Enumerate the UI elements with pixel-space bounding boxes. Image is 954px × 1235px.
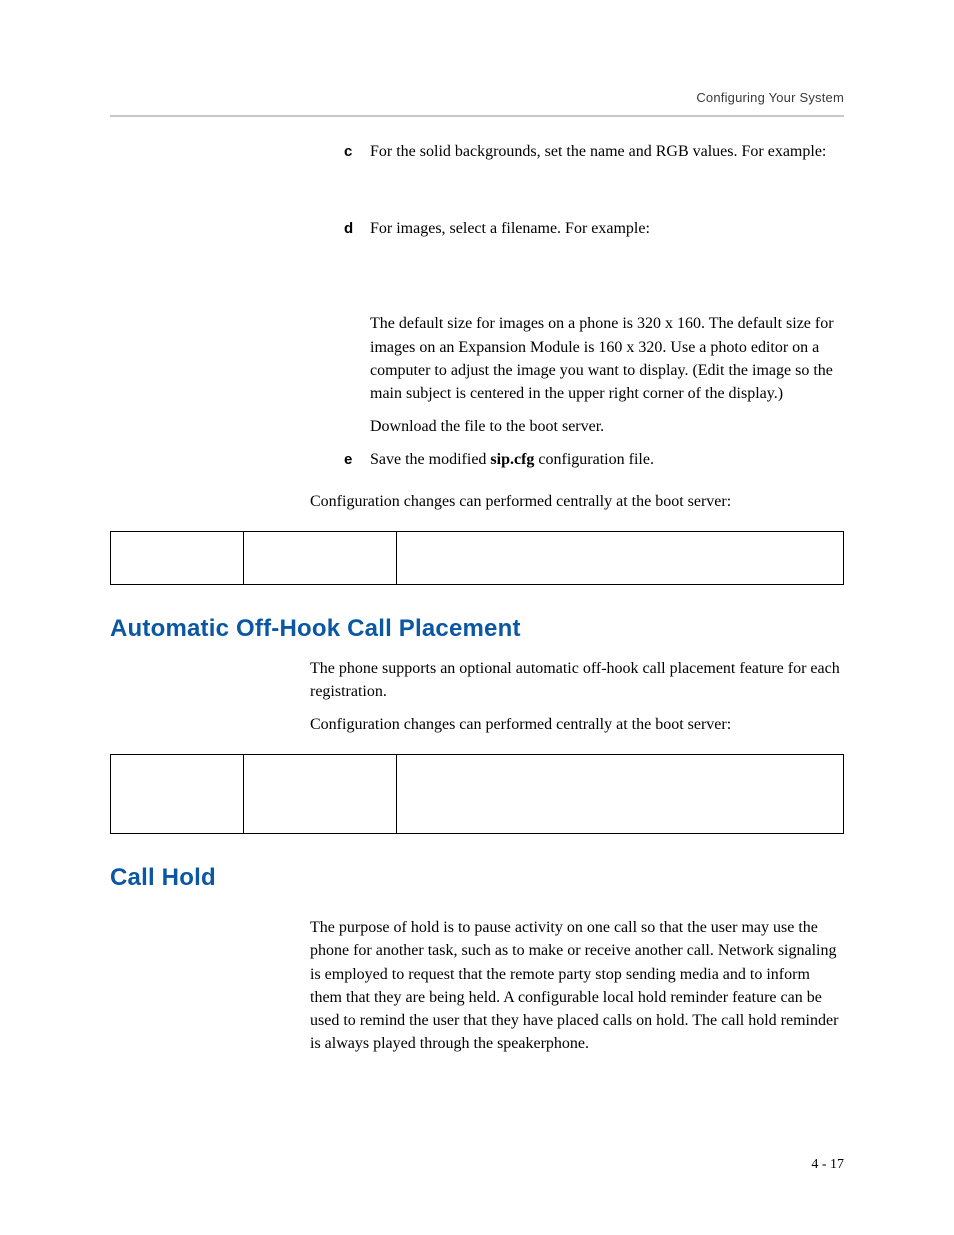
step-e-suffix: configuration file. <box>534 451 654 468</box>
step-d-detail-1: The default size for images on a phone i… <box>370 312 844 405</box>
step-letter-e: e <box>344 448 370 471</box>
page: Configuring Your System c For the solid … <box>0 0 954 1235</box>
step-letter-c: c <box>344 140 370 163</box>
step-c: c For the solid backgrounds, set the nam… <box>110 140 844 163</box>
page-number: 4 - 17 <box>811 1157 844 1173</box>
step-e-prefix: Save the modified <box>370 451 490 468</box>
config-note-2: Configuration changes can performed cent… <box>310 713 844 736</box>
table-row <box>111 755 844 834</box>
table-cell <box>397 755 844 834</box>
section-title-offhook: Automatic Off-Hook Call Placement <box>110 615 844 643</box>
step-text-d: For images, select a filename. For examp… <box>370 217 844 240</box>
table-cell <box>111 755 244 834</box>
step-text-c: For the solid backgrounds, set the name … <box>370 140 844 163</box>
step-text-e: Save the modified sip.cfg configuration … <box>370 448 844 471</box>
table-cell <box>244 531 397 584</box>
step-d: d For images, select a filename. For exa… <box>110 217 844 240</box>
step-e: e Save the modified sip.cfg configuratio… <box>110 448 844 471</box>
table-cell <box>244 755 397 834</box>
header-rule <box>110 115 844 117</box>
config-note-1: Configuration changes can performed cent… <box>310 490 844 513</box>
section-body-callhold: The purpose of hold is to pause activity… <box>310 916 844 1055</box>
config-table-1 <box>110 531 844 585</box>
step-e-bold: sip.cfg <box>490 451 534 468</box>
table-cell <box>111 531 244 584</box>
table-cell <box>397 531 844 584</box>
step-letter-d: d <box>344 217 370 240</box>
content-area: c For the solid backgrounds, set the nam… <box>110 140 844 1055</box>
config-table-2 <box>110 754 844 834</box>
section-body-offhook: The phone supports an optional automatic… <box>310 657 844 703</box>
section-title-callhold: Call Hold <box>110 864 844 892</box>
running-header: Configuring Your System <box>696 90 844 105</box>
step-d-detail-2: Download the file to the boot server. <box>370 415 844 438</box>
table-row <box>111 531 844 584</box>
